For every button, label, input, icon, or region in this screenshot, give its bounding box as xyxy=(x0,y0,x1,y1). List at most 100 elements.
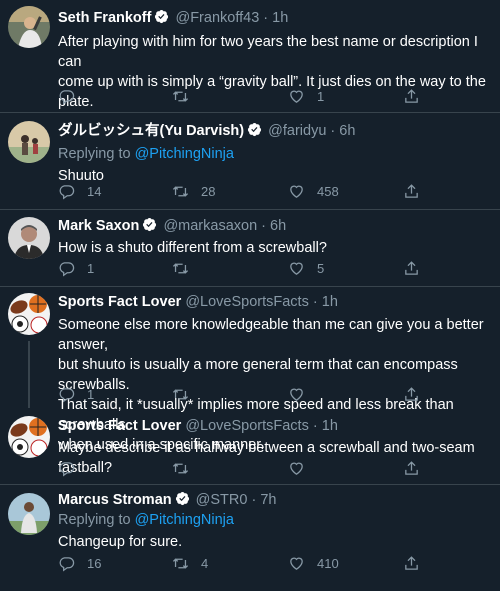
avatar[interactable] xyxy=(8,6,50,48)
author-name[interactable]: Sports Fact Lover xyxy=(58,418,181,434)
author-name[interactable]: Seth Frankoff xyxy=(58,10,151,26)
retweet-button[interactable] xyxy=(172,258,201,278)
like-count: 5 xyxy=(317,260,325,276)
reply-button[interactable]: 1 xyxy=(58,258,94,278)
reply-count: 1 xyxy=(87,260,95,276)
like-count: 410 xyxy=(317,555,339,571)
reply-button[interactable] xyxy=(58,86,87,106)
retweet-button[interactable]: 28 xyxy=(172,181,215,201)
tweet-seth-frankoff[interactable]: Seth Frankoff @Frankoff43 · 1h After pla… xyxy=(0,0,500,112)
reply-button[interactable] xyxy=(58,458,87,478)
share-icon xyxy=(405,555,418,570)
avatar[interactable] xyxy=(8,416,50,458)
like-count: 458 xyxy=(317,183,339,199)
tweet-sports-fact-lover-2[interactable]: Sports Fact Lover @LoveSportsFacts · 1h … xyxy=(0,408,500,484)
retweet-button[interactable] xyxy=(172,86,201,106)
tweet-timestamp[interactable]: 1h xyxy=(322,418,338,434)
like-count: 1 xyxy=(317,88,325,104)
separator-dot: · xyxy=(251,492,257,508)
avatar[interactable] xyxy=(8,493,50,535)
thread-line xyxy=(28,341,30,408)
author-handle[interactable]: @STR0 xyxy=(196,492,248,508)
retweet-icon xyxy=(172,557,189,569)
verified-badge-icon xyxy=(142,217,157,232)
tweet-timestamp[interactable]: 1h xyxy=(272,10,288,26)
avatar[interactable] xyxy=(8,293,50,335)
share-icon xyxy=(405,88,418,103)
reply-count: 1 xyxy=(87,386,95,402)
author-name[interactable]: Sports Fact Lover xyxy=(58,294,181,310)
share-icon xyxy=(405,260,418,275)
replying-to-link[interactable]: @PitchingNinja xyxy=(135,146,234,162)
author-name[interactable]: ダルビッシュ有(Yu Darvish) xyxy=(58,123,244,139)
author-handle[interactable]: @faridyu xyxy=(268,123,326,139)
heart-icon xyxy=(290,185,303,198)
retweet-button[interactable] xyxy=(172,458,201,478)
heart-icon xyxy=(290,557,303,570)
reply-icon xyxy=(59,89,75,104)
replying-to-link[interactable]: @PitchingNinja xyxy=(135,512,234,528)
like-button[interactable]: 458 xyxy=(288,181,339,201)
tweet-timestamp[interactable]: 1h xyxy=(322,294,338,310)
reply-button[interactable]: 14 xyxy=(58,181,101,201)
like-button[interactable]: 5 xyxy=(288,258,324,278)
retweet-count: 28 xyxy=(201,183,216,199)
share-icon xyxy=(405,183,418,198)
share-button[interactable] xyxy=(403,86,420,106)
reply-icon xyxy=(59,261,75,276)
heart-icon xyxy=(290,388,303,401)
reply-icon xyxy=(59,556,75,571)
author-handle[interactable]: @LoveSportsFacts xyxy=(185,418,309,434)
tweet-text: Changeup for sure. xyxy=(58,534,183,550)
tweet-marcus-stroman[interactable]: Marcus Stroman @STR0 · 7h Replying to @P… xyxy=(0,485,500,591)
replying-to: Replying to @PitchingNinja xyxy=(58,512,234,528)
retweet-icon xyxy=(172,185,189,197)
retweet-icon xyxy=(172,388,189,400)
retweet-icon xyxy=(172,262,189,274)
like-button[interactable]: 1 xyxy=(288,86,324,106)
verified-badge-icon xyxy=(175,491,190,506)
reply-button[interactable]: 1 xyxy=(58,384,94,404)
separator-dot: · xyxy=(261,218,267,234)
share-button[interactable] xyxy=(403,384,420,404)
like-button[interactable] xyxy=(288,458,317,478)
share-icon xyxy=(405,460,418,475)
share-icon xyxy=(405,386,418,401)
verified-badge-icon xyxy=(154,9,169,24)
tweet-sports-fact-lover-1[interactable]: Sports Fact Lover @LoveSportsFacts · 1h … xyxy=(0,287,500,453)
avatar[interactable] xyxy=(8,121,50,163)
reply-button[interactable]: 16 xyxy=(58,553,101,573)
tweet-yu-darvish[interactable]: ダルビッシュ有(Yu Darvish) @faridyu · 6h Replyi… xyxy=(0,113,500,209)
retweet-count: 4 xyxy=(201,555,209,571)
tweet-timestamp[interactable]: 6h xyxy=(270,218,286,234)
reply-count: 14 xyxy=(87,183,102,199)
author-handle[interactable]: @markasaxon xyxy=(163,218,257,234)
tweet-mark-saxon[interactable]: Mark Saxon @markasaxon · 6h How is a shu… xyxy=(0,210,500,286)
reply-count: 16 xyxy=(87,555,102,571)
share-button[interactable] xyxy=(403,258,420,278)
verified-badge-icon xyxy=(247,122,262,137)
author-name[interactable]: Mark Saxon xyxy=(58,218,139,234)
avatar[interactable] xyxy=(8,217,50,259)
share-button[interactable] xyxy=(403,553,420,573)
heart-icon xyxy=(290,262,303,275)
separator-dot: · xyxy=(312,294,318,310)
replying-to: Replying to @PitchingNinja xyxy=(58,146,234,162)
heart-icon xyxy=(290,462,303,475)
share-button[interactable] xyxy=(403,181,420,201)
tweet-text: How is a shuto different from a screwbal… xyxy=(58,240,327,256)
retweet-button[interactable] xyxy=(172,384,201,404)
tweet-timestamp[interactable]: 6h xyxy=(339,123,355,139)
author-handle[interactable]: @Frankoff43 xyxy=(175,10,259,26)
share-button[interactable] xyxy=(403,458,420,478)
author-handle[interactable]: @LoveSportsFacts xyxy=(185,294,309,310)
retweet-icon xyxy=(172,462,189,474)
retweet-icon xyxy=(172,90,189,102)
author-name[interactable]: Marcus Stroman xyxy=(58,492,172,508)
like-button[interactable] xyxy=(288,384,317,404)
tweet-timestamp[interactable]: 7h xyxy=(260,492,276,508)
separator-dot: · xyxy=(330,123,336,139)
separator-dot: · xyxy=(263,10,269,26)
like-button[interactable]: 410 xyxy=(288,553,339,573)
retweet-button[interactable]: 4 xyxy=(172,553,208,573)
